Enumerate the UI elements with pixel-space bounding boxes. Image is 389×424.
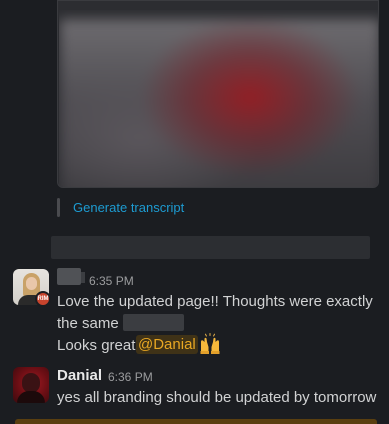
user-mention[interactable]: @Danial — [136, 335, 198, 354]
status-badge: RIM — [35, 291, 51, 307]
message-timestamp[interactable]: 6:36 PM — [108, 370, 153, 384]
transcript-divider — [57, 198, 60, 217]
message-text-line: Looks great — [57, 337, 136, 354]
redacted-block — [51, 236, 370, 259]
sender-name[interactable]: Danial — [57, 367, 102, 384]
generate-transcript-link[interactable]: Generate transcript — [73, 200, 184, 215]
video-thumbnail[interactable] — [59, 10, 378, 187]
redacted-sender-name-tail — [81, 272, 85, 283]
message-timestamp[interactable]: 6:35 PM — [89, 274, 134, 288]
chat-message-list: Generate transcript RIM 6:35 PM Love the… — [0, 0, 389, 424]
redacted-sender-name — [57, 268, 81, 285]
message-text-line: Love the updated page!! Thoughts were ex… — [57, 293, 373, 310]
message-text-line: the same — [57, 315, 119, 332]
next-message-highlight — [15, 419, 377, 424]
message-text-line: yes all branding should be updated by to… — [57, 389, 377, 406]
raised-hands-icon — [200, 333, 220, 354]
danial-avatar[interactable] — [13, 367, 49, 403]
redacted-mention — [123, 314, 184, 331]
video-attachment[interactable] — [57, 0, 379, 188]
